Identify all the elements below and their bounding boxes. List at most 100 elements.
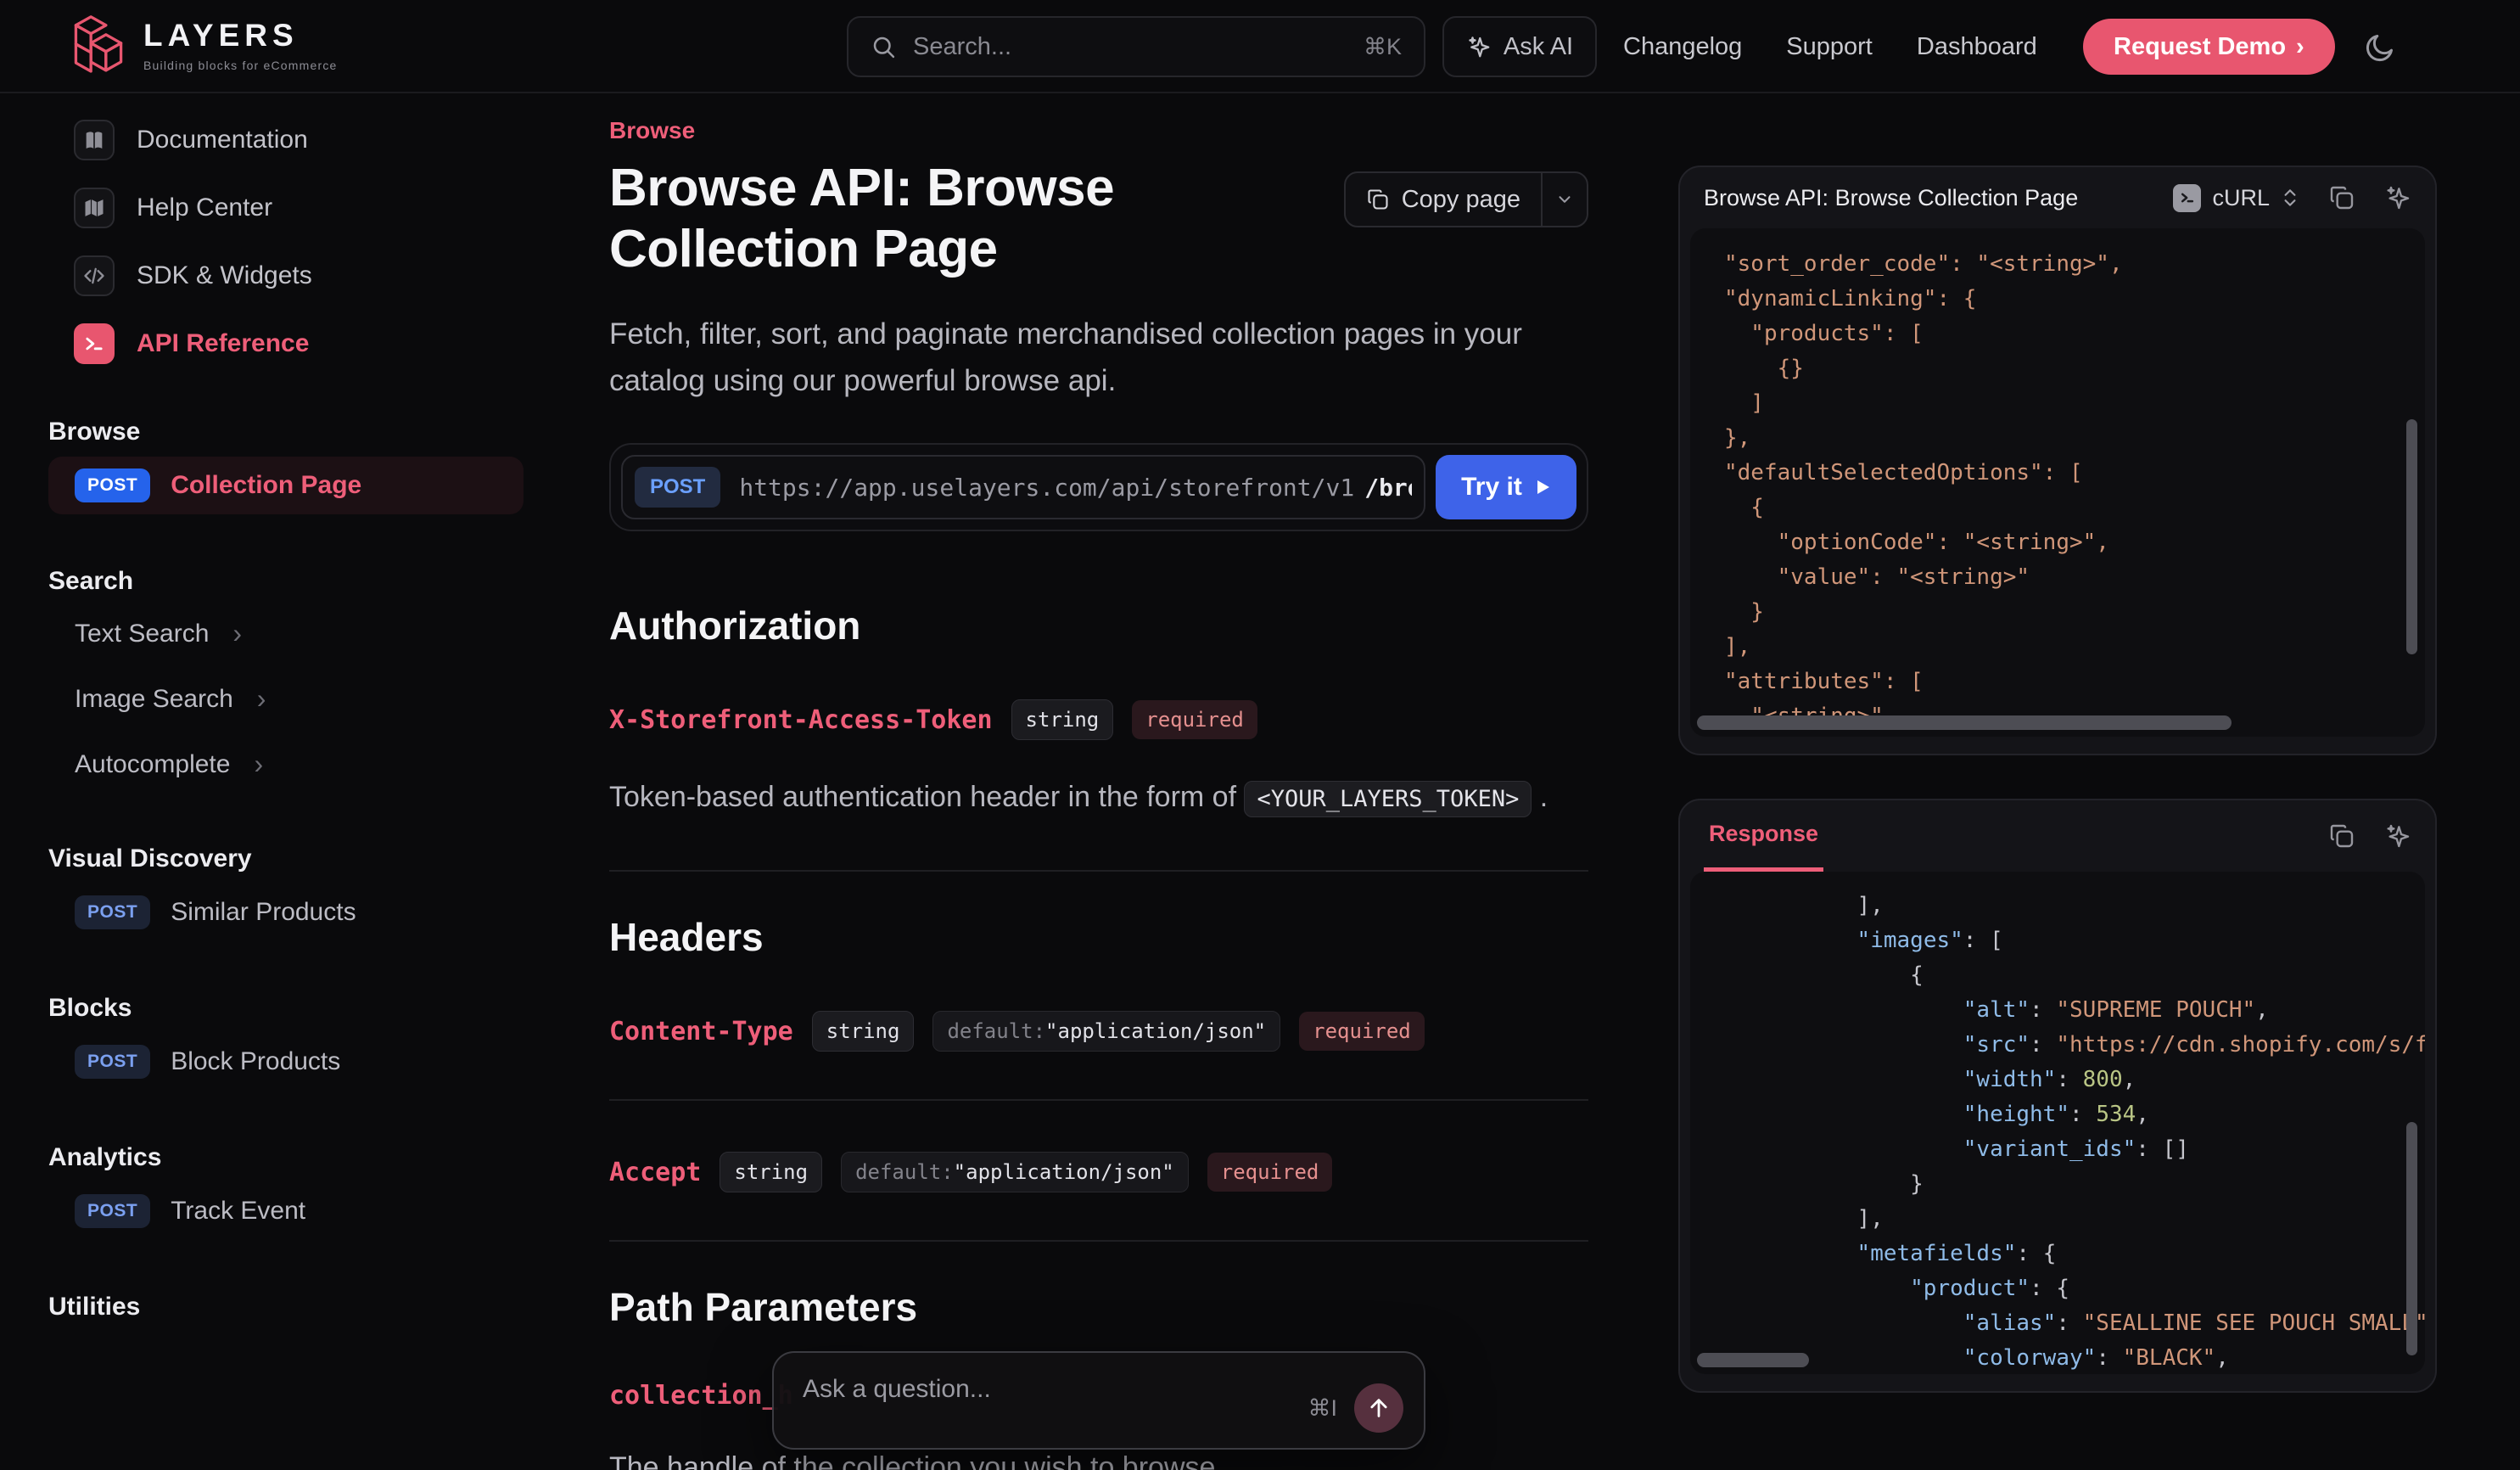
ask-question-submit-button[interactable] [1354,1383,1403,1433]
top-nav: LAYERS Building blocks for eCommerce Sea… [0,0,2520,93]
nav-link-support[interactable]: Support [1786,33,1873,61]
copy-code-button[interactable] [2328,822,2355,850]
language-select[interactable]: cURL [2173,184,2299,212]
chevron-right-icon: › [254,749,263,780]
sidebar-item-sdk-widgets[interactable]: SDK & Widgets [48,255,524,297]
sidebar-item-label: Documentation [137,126,308,154]
sidebar-item-label: Autocomplete [75,750,230,779]
sidebar-item-label: SDK & Widgets [137,261,312,290]
response-panel-header: Response [1680,800,2435,872]
method-badge: POST [75,1045,150,1079]
sidebar-item-label: Image Search [75,685,233,714]
sidebar-item-collection-page[interactable]: POST Collection Page [48,457,524,514]
sidebar-item-text-search[interactable]: Text Search› [48,606,524,661]
param-row-content-type: Content-Typestringdefault:"application/j… [609,1011,1588,1052]
page-description: Fetch, filter, sort, and paginate mercha… [609,311,1551,404]
code-line: {} [1724,351,2408,386]
vertical-scrollbar[interactable] [2406,419,2417,654]
required-badge: required [1207,1153,1333,1192]
main-content: Browse Browse API: Browse Collection Pag… [609,93,1588,1470]
theme-toggle-button[interactable] [2364,28,2401,65]
code-line: "attributes": [ [1724,665,2408,699]
ask-question-placeholder: Ask a question... [803,1375,991,1404]
param-name: Accept [609,1158,701,1187]
endpoint-url: https://app.uselayers.com/api/storefront… [739,474,1412,502]
sidebar-item-similar-products[interactable]: POSTSimilar Products [48,884,524,941]
endpoint-bar: POST https://app.uselayers.com/api/store… [609,443,1588,531]
chevron-right-icon: › [257,683,266,715]
code-line: ], [1724,630,2408,665]
copy-code-button[interactable] [2328,184,2355,211]
method-badge: POST [75,468,150,502]
horizontal-scrollbar[interactable] [1697,715,2232,730]
sidebar-item-block-products[interactable]: POSTBlock Products [48,1033,524,1091]
nav-link-dashboard[interactable]: Dashboard [1917,33,2037,61]
code-line: "variant_ids": [] [1724,1132,2408,1167]
code-line: { [1724,491,2408,525]
request-code-block[interactable]: "sort_order_code": "<string>","dynamicLi… [1690,228,2425,737]
horizontal-scrollbar[interactable] [1697,1353,1809,1367]
copy-page-button[interactable]: Copy page [1344,171,1588,227]
request-demo-button[interactable]: Request Demo › [2083,19,2335,75]
sidebar-item-image-search[interactable]: Image Search › [48,671,524,727]
sidebar-section-title-browse: Browse [48,418,524,446]
param-row-x-storefront-access-token: X-Storefront-Access-Tokenstringrequired [609,699,1588,740]
nav-link-changelog[interactable]: Changelog [1623,33,1742,61]
sparkles-icon-button[interactable] [2384,822,2411,850]
code-line: "colorway": "BLACK", [1724,1341,2408,1374]
sidebar-item-label: Collection Page [171,471,361,500]
code-icon [74,255,115,296]
tab-response[interactable]: Response [1704,800,1823,872]
param-name: X-Storefront-Access-Token [609,705,993,735]
copy-page-dropdown[interactable] [1541,173,1587,226]
sidebar-item-label: Similar Products [171,898,356,927]
response-code-block[interactable]: ], "images": [ { "alt": "SUPREME POUCH",… [1690,872,2425,1374]
language-label: cURL [2212,185,2270,211]
play-icon [1534,479,1551,496]
code-line: "defaultSelectedOptions": [ [1724,456,2408,491]
sidebar-item-api-reference[interactable]: API Reference [48,323,524,365]
code-line: ] [1724,386,2408,421]
sidebar-item-label: Track Event [171,1197,305,1226]
sidebar-section-title-blocks: Blocks [48,994,524,1023]
ask-ai-button[interactable]: Ask AI [1442,16,1597,77]
request-panel-title: Browse API: Browse Collection Page [1704,185,2078,211]
terminal-mini-icon [2173,184,2201,212]
default-badge: default:"application/json" [841,1152,1189,1192]
method-badge: POST [635,467,720,508]
param-description: Token-based authentication header in the… [609,774,1588,822]
param-description-text: The handle of the collection you wish to… [609,1451,1224,1470]
chevron-down-icon [1555,190,1574,209]
sidebar-item-documentation[interactable]: Documentation [48,119,524,161]
section-heading-headers: Headers [609,914,1588,960]
code-line: "src": "https://cdn.shopify.com/s/file [1724,1028,2408,1063]
sidebar-item-track-event[interactable]: POSTTrack Event [48,1182,524,1240]
code-line: { [1724,958,2408,993]
arrow-right-icon: › [2296,33,2304,61]
book-icon [74,120,115,160]
param-description-text: . [1532,781,1548,813]
sparkles-icon-button[interactable] [2384,184,2411,211]
sidebar-item-autocomplete[interactable]: Autocomplete › [48,737,524,792]
endpoint-url-box[interactable]: POST https://app.uselayers.com/api/store… [621,455,1425,519]
code-line: "width": 800, [1724,1063,2408,1097]
sidebar-item-help-center[interactable]: Help Center [48,187,524,229]
default-value: "application/json" [954,1160,1174,1184]
terminal-icon [74,323,115,364]
code-line: "product": { [1724,1271,2408,1306]
type-badge: string [1011,699,1114,740]
inline-code-chip: <YOUR_LAYERS_TOKEN> [1244,781,1532,817]
request-panel-header: Browse API: Browse Collection Page cURL [1680,167,2435,228]
ask-question-box[interactable]: Ask a question... ⌘I [772,1351,1425,1450]
sparkle-icon [1466,34,1492,59]
search-input[interactable]: Search... ⌘K [847,16,1425,77]
try-it-button[interactable]: Try it [1436,455,1576,519]
type-badge: string [812,1011,915,1052]
request-code-panel: Browse API: Browse Collection Page cURL [1678,166,2437,755]
param-name: Content-Type [609,1017,793,1046]
vertical-scrollbar[interactable] [2406,1122,2417,1355]
logo[interactable]: LAYERS Building blocks for eCommerce [72,14,338,76]
divider [609,870,1588,872]
default-label: default: [855,1160,954,1184]
sidebar-section-title-search: Search [48,567,524,596]
